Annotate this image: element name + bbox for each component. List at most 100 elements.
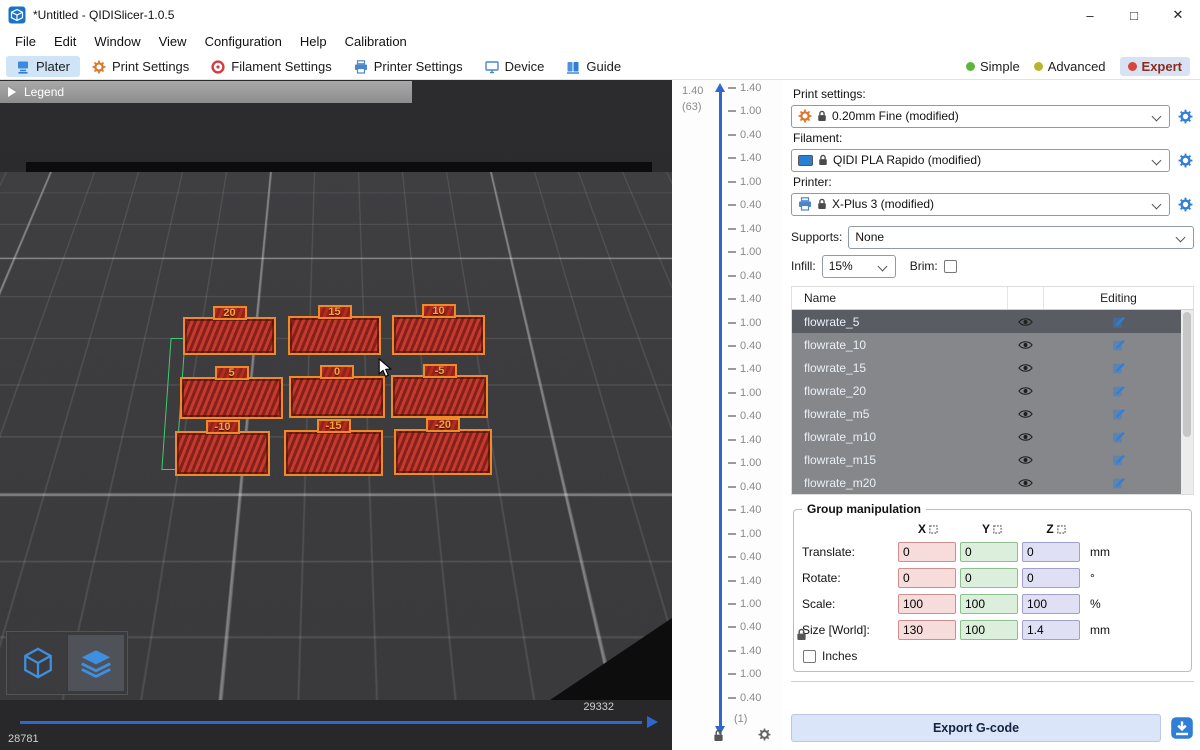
edit-icon[interactable]: [1043, 338, 1193, 351]
print-settings-combo[interactable]: 0.20mm Fine (modified): [791, 105, 1170, 128]
translate-z-input[interactable]: [1022, 542, 1080, 562]
filament-gear-button[interactable]: [1176, 153, 1194, 168]
translate-y-input[interactable]: [960, 542, 1018, 562]
tab-bar: Plater Print Settings Filament Settings …: [0, 54, 1200, 80]
edit-icon[interactable]: [1043, 453, 1193, 466]
table-row[interactable]: flowrate_m5: [792, 402, 1193, 425]
eye-icon[interactable]: [1007, 363, 1043, 373]
print-object[interactable]: -5: [391, 375, 488, 418]
table-row[interactable]: flowrate_m15: [792, 448, 1193, 471]
legend-toggle[interactable]: Legend: [0, 81, 412, 103]
scrollbar-thumb[interactable]: [1183, 312, 1191, 437]
eye-icon[interactable]: [1007, 409, 1043, 419]
axis-reset-icon[interactable]: [1057, 525, 1066, 534]
ruler-tick: 1.00: [728, 668, 761, 680]
edit-icon[interactable]: [1043, 315, 1193, 328]
printer-gear-button[interactable]: [1176, 197, 1194, 212]
table-row[interactable]: flowrate_20: [792, 379, 1193, 402]
infill-combo[interactable]: 15%: [822, 255, 896, 278]
mode-advanced[interactable]: Advanced: [1034, 59, 1106, 74]
inches-checkbox[interactable]: [803, 650, 816, 663]
print-object[interactable]: 0: [289, 376, 385, 418]
supports-combo[interactable]: None: [848, 226, 1194, 249]
scale-y-input[interactable]: [960, 594, 1018, 614]
eye-icon[interactable]: [1007, 386, 1043, 396]
view-3d-button[interactable]: [10, 635, 66, 691]
menu-item[interactable]: File: [6, 30, 45, 54]
mode-expert[interactable]: Expert: [1120, 57, 1190, 76]
brim-checkbox[interactable]: [944, 260, 957, 273]
print-object[interactable]: -10: [175, 431, 270, 476]
axis-reset-icon[interactable]: [993, 525, 1002, 534]
print-settings-gear-button[interactable]: [1176, 109, 1194, 124]
tab-print-settings[interactable]: Print Settings: [82, 56, 199, 77]
ruler-tick: 0.40: [728, 481, 761, 493]
menu-item[interactable]: Edit: [45, 30, 85, 54]
translate-x-input[interactable]: [898, 542, 956, 562]
print-object[interactable]: 20: [183, 317, 276, 355]
maximize-button[interactable]: □: [1112, 0, 1156, 30]
menu-item[interactable]: Window: [85, 30, 149, 54]
print-object[interactable]: -20: [394, 429, 492, 475]
eye-icon[interactable]: [1007, 340, 1043, 350]
table-row[interactable]: flowrate_5: [792, 310, 1193, 333]
layer-slider[interactable]: [719, 92, 722, 726]
printer-combo[interactable]: X-Plus 3 (modified): [791, 193, 1170, 216]
print-object[interactable]: 10: [392, 315, 485, 355]
eye-icon[interactable]: [1007, 478, 1043, 488]
edit-icon[interactable]: [1043, 430, 1193, 443]
tab-printer-settings[interactable]: Printer Settings: [344, 56, 473, 77]
tab-plater[interactable]: Plater: [6, 56, 80, 77]
edit-icon[interactable]: [1043, 384, 1193, 397]
rotate-z-input[interactable]: [1022, 568, 1080, 588]
send-to-printer-icon[interactable]: [1170, 716, 1194, 740]
print-object[interactable]: 15: [288, 316, 381, 355]
eye-icon[interactable]: [1007, 317, 1043, 327]
mode-simple[interactable]: Simple: [966, 59, 1020, 74]
tick-mark: [728, 181, 736, 183]
hslider-arrow-icon[interactable]: [647, 716, 658, 728]
edit-icon[interactable]: [1043, 476, 1193, 489]
horizontal-slider[interactable]: [20, 721, 642, 724]
table-row[interactable]: flowrate_m10: [792, 425, 1193, 448]
uniform-scale-lock-icon[interactable]: [796, 628, 807, 641]
rotate-y-input[interactable]: [960, 568, 1018, 588]
tab-guide[interactable]: Guide: [556, 56, 631, 77]
edit-icon[interactable]: [1043, 361, 1193, 374]
edit-icon[interactable]: [1043, 407, 1193, 420]
menu-item[interactable]: Help: [291, 30, 336, 54]
print-object[interactable]: 5: [180, 377, 283, 419]
eye-icon[interactable]: [1007, 432, 1043, 442]
table-row[interactable]: flowrate_15: [792, 356, 1193, 379]
menu-item[interactable]: Calibration: [336, 30, 416, 54]
size-z-input[interactable]: [1022, 620, 1080, 640]
axis-reset-icon[interactable]: [929, 525, 938, 534]
layer-lock-icon[interactable]: [713, 729, 724, 742]
scale-x-input[interactable]: [898, 594, 956, 614]
close-button[interactable]: ✕: [1156, 0, 1200, 30]
table-scrollbar[interactable]: [1181, 310, 1193, 494]
ruler-tick: 1.40: [728, 504, 761, 516]
rotate-x-input[interactable]: [898, 568, 956, 588]
tab-device[interactable]: Device: [475, 56, 555, 77]
menu-item[interactable]: Configuration: [196, 30, 291, 54]
table-row[interactable]: flowrate_10: [792, 333, 1193, 356]
layer-settings-gear-icon[interactable]: [758, 728, 771, 741]
tick-mark: [728, 626, 736, 628]
tab-label: Filament Settings: [231, 59, 331, 74]
table-row[interactable]: flowrate_m20: [792, 471, 1193, 494]
filament-combo[interactable]: QIDI PLA Rapido (modified): [791, 149, 1170, 172]
tab-filament-settings[interactable]: Filament Settings: [201, 56, 341, 77]
chevron-down-icon: [1152, 155, 1162, 165]
print-object[interactable]: -15: [284, 430, 383, 476]
export-gcode-button[interactable]: Export G-code: [791, 714, 1161, 742]
size-x-input[interactable]: [898, 620, 956, 640]
scale-z-input[interactable]: [1022, 594, 1080, 614]
eye-icon[interactable]: [1007, 455, 1043, 465]
minimize-button[interactable]: –: [1068, 0, 1112, 30]
size-y-input[interactable]: [960, 620, 1018, 640]
menu-item[interactable]: View: [150, 30, 196, 54]
ruler-tick: 1.00: [728, 246, 761, 258]
viewport-3d[interactable]: 20 15 10 5 0 -5 -10 -15 -20 Legend: [0, 80, 672, 750]
view-layers-button[interactable]: [68, 635, 124, 691]
